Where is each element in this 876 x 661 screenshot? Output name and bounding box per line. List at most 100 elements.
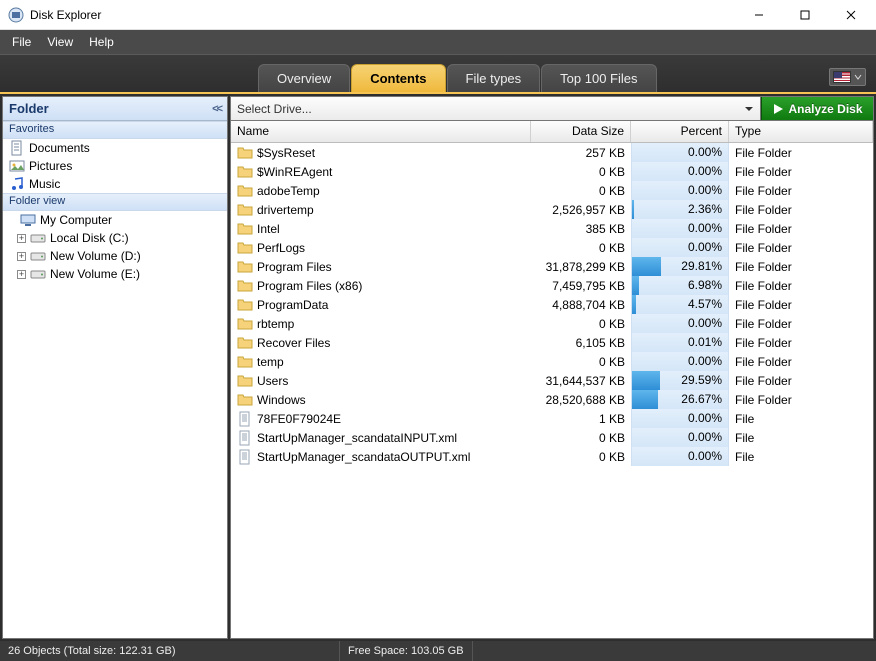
file-percent: 0.00% bbox=[631, 181, 729, 200]
file-name: Windows bbox=[257, 393, 306, 407]
folder-icon bbox=[237, 278, 253, 294]
favorites-list: Documents Pictures Music bbox=[3, 139, 227, 193]
file-row[interactable]: StartUpManager_scandataINPUT.xml0 KB0.00… bbox=[231, 428, 873, 447]
folder-icon bbox=[237, 183, 253, 199]
drive-select[interactable]: Select Drive... bbox=[231, 97, 761, 120]
maximize-button[interactable] bbox=[782, 0, 828, 29]
file-type: File Folder bbox=[729, 279, 873, 293]
file-row[interactable]: adobeTemp0 KB0.00%File Folder bbox=[231, 181, 873, 200]
play-icon bbox=[772, 103, 784, 115]
file-percent: 0.00% bbox=[631, 143, 729, 162]
collapse-sidebar-button[interactable]: << bbox=[212, 103, 221, 115]
drive-toolbar: Select Drive... Analyze Disk bbox=[231, 97, 873, 121]
file-type: File Folder bbox=[729, 222, 873, 236]
file-size: 28,520,688 KB bbox=[531, 393, 631, 407]
file-row[interactable]: Users31,644,537 KB29.59%File Folder bbox=[231, 371, 873, 390]
tree-drive-d[interactable]: + New Volume (D:) bbox=[3, 247, 227, 265]
file-size: 257 KB bbox=[531, 146, 631, 160]
folder-icon bbox=[237, 202, 253, 218]
file-row[interactable]: StartUpManager_scandataOUTPUT.xml0 KB0.0… bbox=[231, 447, 873, 466]
file-row[interactable]: drivertemp2,526,957 KB2.36%File Folder bbox=[231, 200, 873, 219]
file-row[interactable]: Windows28,520,688 KB26.67%File Folder bbox=[231, 390, 873, 409]
chevron-down-icon bbox=[744, 104, 754, 114]
file-name: rbtemp bbox=[257, 317, 294, 331]
favorite-pictures[interactable]: Pictures bbox=[3, 157, 227, 175]
folder-icon bbox=[237, 297, 253, 313]
col-type[interactable]: Type bbox=[729, 121, 873, 142]
expand-toggle[interactable]: + bbox=[17, 234, 26, 243]
file-row[interactable]: ProgramData4,888,704 KB4.57%File Folder bbox=[231, 295, 873, 314]
tab-file-types[interactable]: File types bbox=[447, 64, 541, 92]
file-type: File Folder bbox=[729, 393, 873, 407]
file-row[interactable]: temp0 KB0.00%File Folder bbox=[231, 352, 873, 371]
expand-toggle[interactable]: + bbox=[17, 252, 26, 261]
col-size[interactable]: Data Size bbox=[531, 121, 631, 142]
file-type: File Folder bbox=[729, 203, 873, 217]
folder-icon bbox=[237, 240, 253, 256]
close-button[interactable] bbox=[828, 0, 874, 29]
sidebar: Folder << Favorites Documents Pictures M… bbox=[2, 96, 228, 639]
file-size: 31,878,299 KB bbox=[531, 260, 631, 274]
folder-icon bbox=[237, 164, 253, 180]
folder-icon bbox=[237, 221, 253, 237]
file-row[interactable]: $SysReset257 KB0.00%File Folder bbox=[231, 143, 873, 162]
music-icon bbox=[9, 176, 25, 192]
file-type: File Folder bbox=[729, 184, 873, 198]
file-percent: 4.57% bbox=[631, 295, 729, 314]
file-type: File Folder bbox=[729, 355, 873, 369]
tree-drive-c[interactable]: + Local Disk (C:) bbox=[3, 229, 227, 247]
favorite-documents[interactable]: Documents bbox=[3, 139, 227, 157]
file-size: 0 KB bbox=[531, 431, 631, 445]
drive-icon bbox=[30, 266, 46, 282]
tab-top-100-files[interactable]: Top 100 Files bbox=[541, 64, 656, 92]
file-row[interactable]: Program Files (x86)7,459,795 KB6.98%File… bbox=[231, 276, 873, 295]
file-percent: 0.00% bbox=[631, 162, 729, 181]
file-size: 6,105 KB bbox=[531, 336, 631, 350]
file-name: Program Files bbox=[257, 260, 332, 274]
file-percent: 29.81% bbox=[631, 257, 729, 276]
file-row[interactable]: Program Files 31,878,299 KB29.81%File Fol… bbox=[231, 257, 873, 276]
tree-label: My Computer bbox=[40, 213, 112, 227]
file-percent: 0.00% bbox=[631, 428, 729, 447]
tab-bar: Overview Contents File types Top 100 Fil… bbox=[0, 54, 876, 94]
file-type: File Folder bbox=[729, 317, 873, 331]
tab-contents[interactable]: Contents bbox=[351, 64, 445, 92]
menu-help[interactable]: Help bbox=[81, 31, 122, 53]
tree-my-computer[interactable]: My Computer bbox=[3, 211, 227, 229]
file-row[interactable]: rbtemp0 KB0.00%File Folder bbox=[231, 314, 873, 333]
file-row[interactable]: PerfLogs0 KB0.00%File Folder bbox=[231, 238, 873, 257]
file-row[interactable]: Intel385 KB0.00%File Folder bbox=[231, 219, 873, 238]
status-objects: 26 Objects (Total size: 122.31 GB) bbox=[0, 641, 340, 661]
menu-view[interactable]: View bbox=[39, 31, 81, 53]
file-row[interactable]: Recover Files6,105 KB0.01%File Folder bbox=[231, 333, 873, 352]
col-percent[interactable]: Percent bbox=[631, 121, 729, 142]
language-dropdown[interactable] bbox=[829, 68, 866, 86]
minimize-button[interactable] bbox=[736, 0, 782, 29]
sidebar-title: Folder bbox=[9, 101, 49, 116]
tab-overview[interactable]: Overview bbox=[258, 64, 350, 92]
expand-toggle[interactable]: + bbox=[17, 270, 26, 279]
file-size: 0 KB bbox=[531, 355, 631, 369]
file-type: File Folder bbox=[729, 336, 873, 350]
menubar: File View Help bbox=[0, 30, 876, 54]
file-type: File Folder bbox=[729, 260, 873, 274]
file-name: drivertemp bbox=[257, 203, 314, 217]
analyze-disk-button[interactable]: Analyze Disk bbox=[761, 97, 873, 120]
favorite-music[interactable]: Music bbox=[3, 175, 227, 193]
file-row[interactable]: $WinREAgent0 KB0.00%File Folder bbox=[231, 162, 873, 181]
chevron-down-icon bbox=[854, 73, 862, 81]
favorite-label: Music bbox=[29, 177, 60, 191]
file-type: File bbox=[729, 431, 873, 445]
folder-icon bbox=[237, 145, 253, 161]
file-row[interactable]: 78FE0F79024E1 KB0.00%File bbox=[231, 409, 873, 428]
favorite-label: Pictures bbox=[29, 159, 72, 173]
document-icon bbox=[9, 140, 25, 156]
window-controls bbox=[736, 0, 874, 29]
tree-drive-e[interactable]: + New Volume (E:) bbox=[3, 265, 227, 283]
app-icon bbox=[8, 7, 24, 23]
file-name: StartUpManager_scandataOUTPUT.xml bbox=[257, 450, 470, 464]
file-percent: 0.00% bbox=[631, 238, 729, 257]
menu-file[interactable]: File bbox=[4, 31, 39, 53]
file-icon bbox=[237, 430, 253, 446]
col-name[interactable]: Name bbox=[231, 121, 531, 142]
